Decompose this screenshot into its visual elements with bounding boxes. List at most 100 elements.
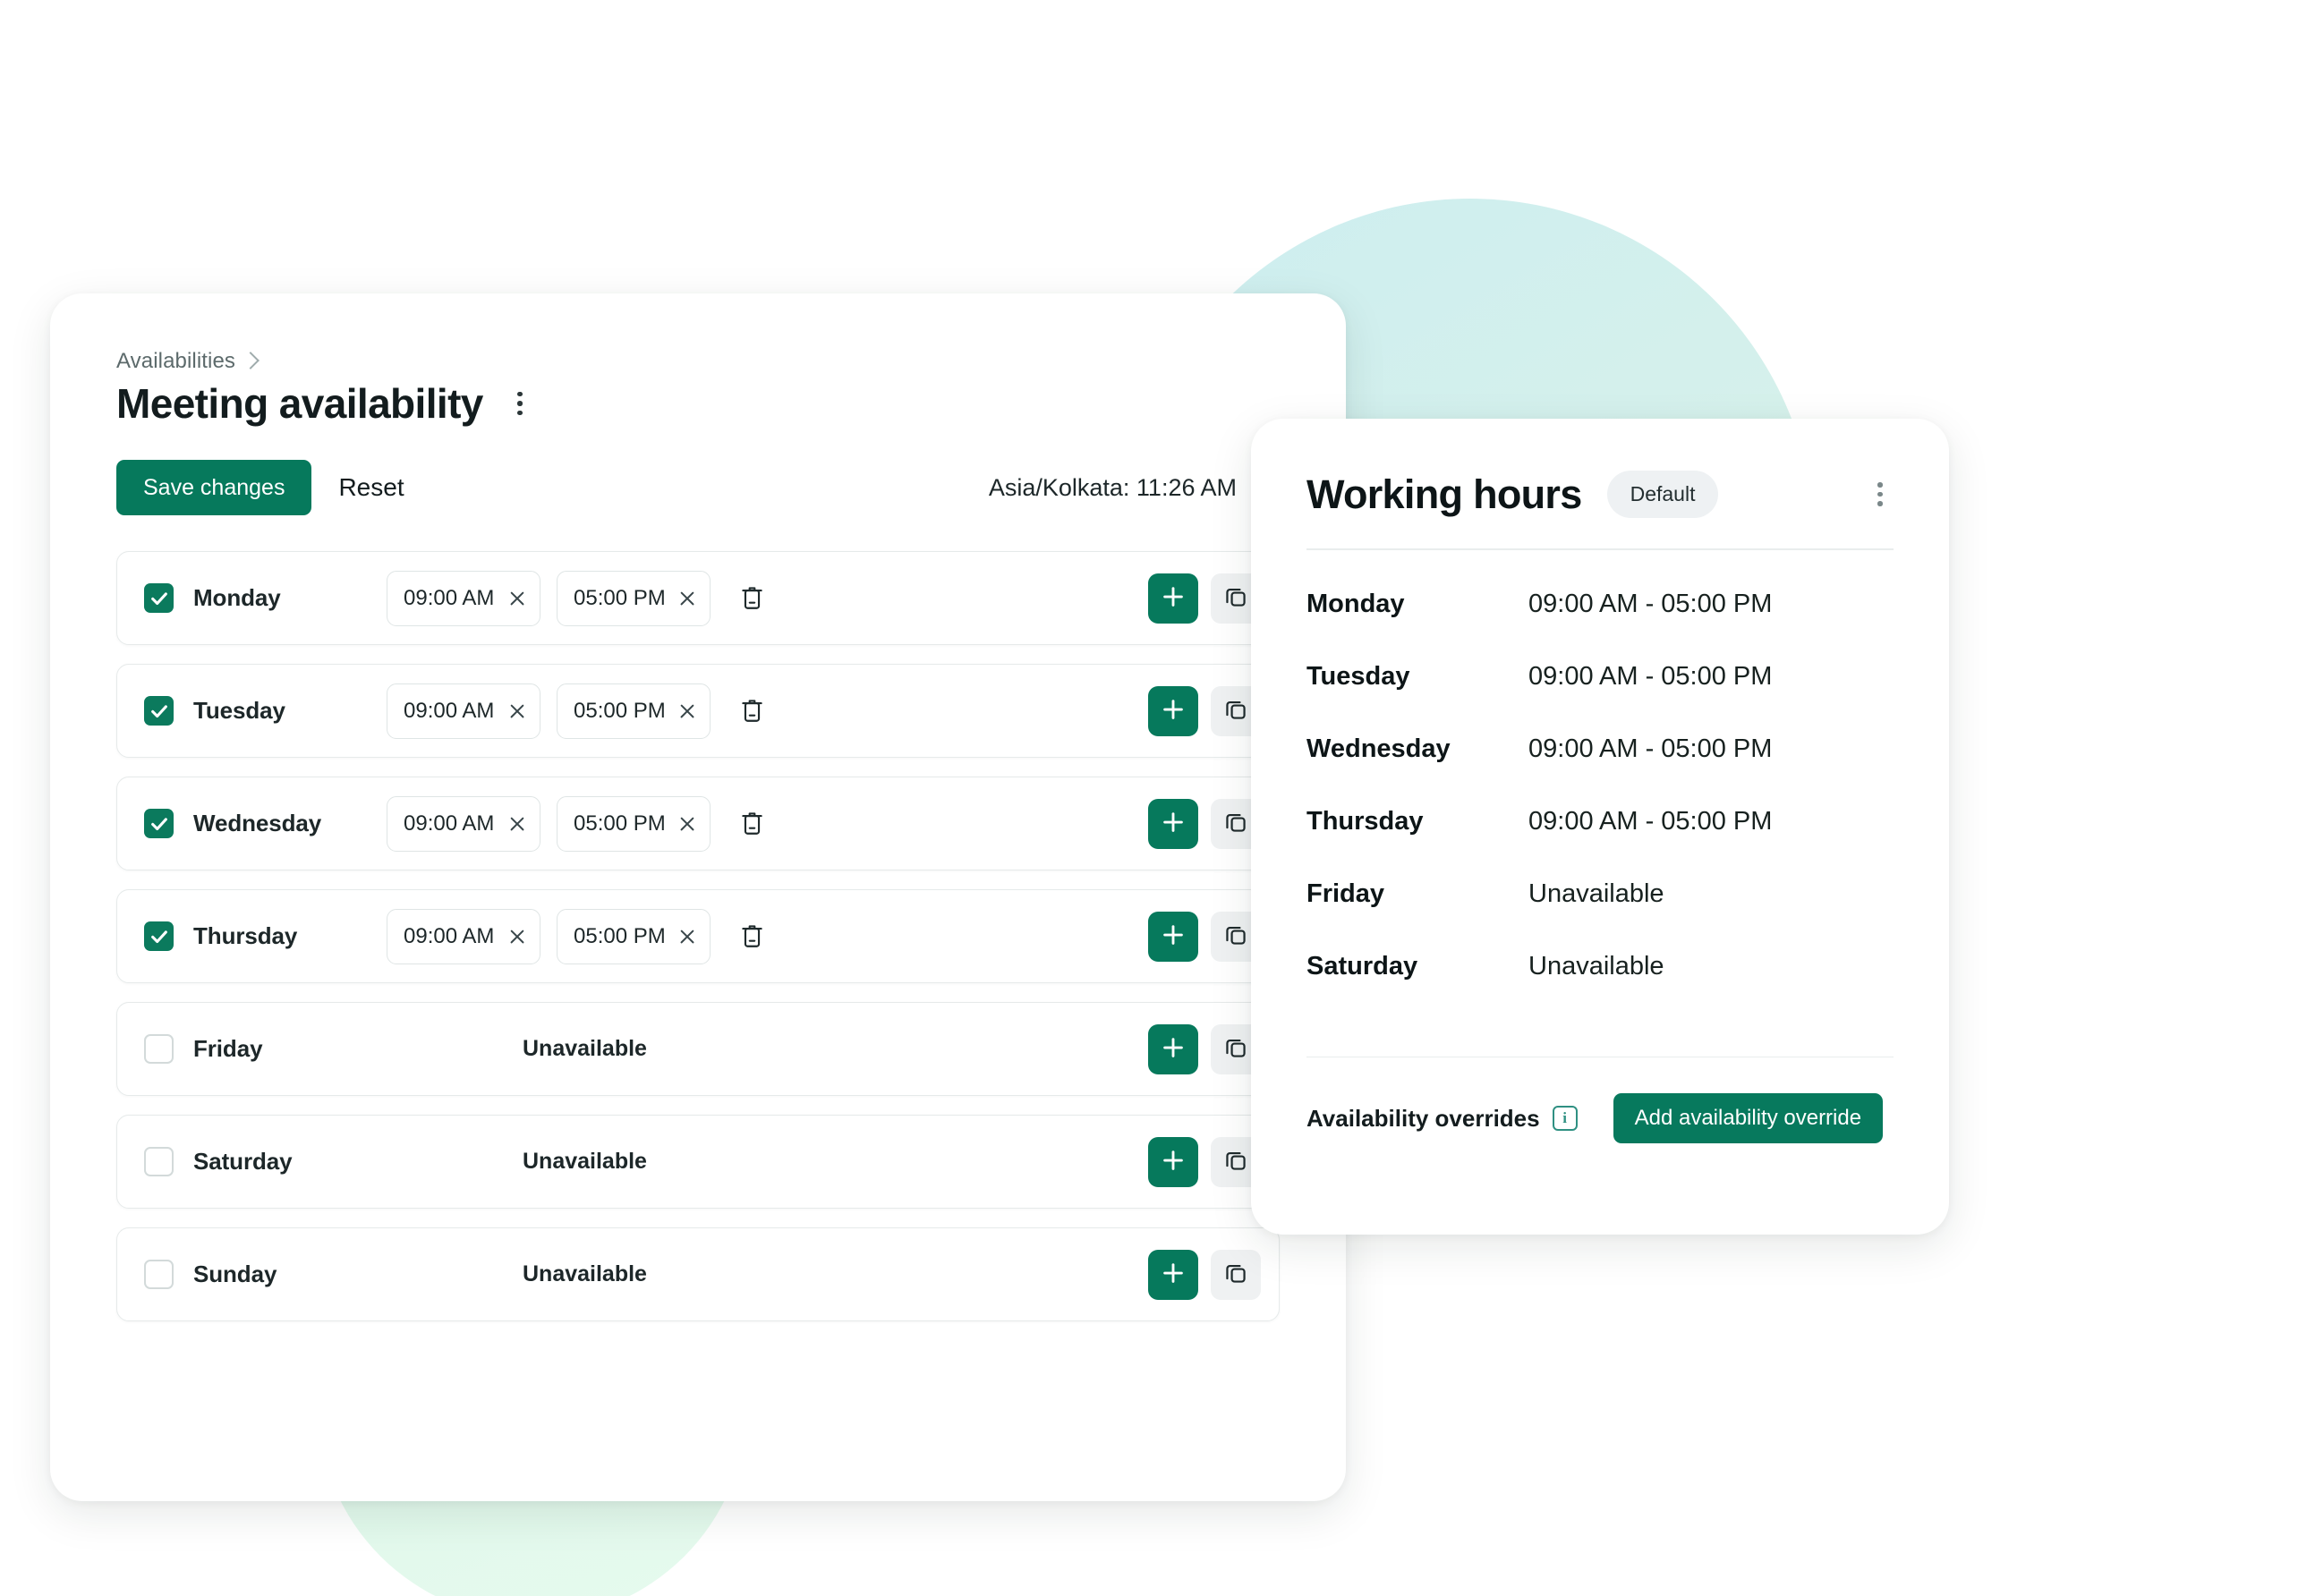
day-row: Saturday Unavailable (116, 1115, 1280, 1209)
working-hours-row: Tuesday 09:00 AM - 05:00 PM (1306, 662, 1894, 734)
working-hours-options-kebab-icon[interactable] (1867, 477, 1894, 513)
day-row: Sunday Unavailable (116, 1227, 1280, 1321)
copy-icon (1223, 584, 1248, 612)
working-hours-row: Wednesday 09:00 AM - 05:00 PM (1306, 734, 1894, 807)
start-time-field[interactable]: 09:00 AM (387, 908, 540, 964)
timezone-label: Asia/Kolkata: 11:26 AM (988, 473, 1237, 501)
day-checkbox-monday[interactable] (144, 583, 174, 613)
day-row: Tuesday 09:00 AM 05:00 PM (116, 664, 1280, 758)
delete-timeslot-button[interactable] (732, 914, 771, 959)
delete-timeslot-button[interactable] (732, 689, 771, 734)
start-time-field[interactable]: 09:00 AM (387, 683, 540, 739)
unavailable-label: Unavailable (523, 1149, 647, 1174)
clear-icon[interactable] (677, 927, 697, 947)
add-timeslot-button[interactable] (1148, 1249, 1198, 1300)
plus-icon (1160, 583, 1187, 613)
clear-icon[interactable] (677, 814, 697, 834)
add-timeslot-button[interactable] (1148, 685, 1198, 736)
day-rows-list: Monday 09:00 AM 05:00 PM Tuesday 09:00 AM 05:… (116, 551, 1280, 1321)
delete-timeslot-button[interactable] (732, 576, 771, 621)
page-options-kebab-icon[interactable] (506, 386, 533, 421)
row-actions (1148, 798, 1261, 849)
day-checkbox-wednesday[interactable] (144, 809, 174, 838)
availability-overrides-label: Availability overrides (1306, 1104, 1540, 1132)
info-icon[interactable]: i (1552, 1106, 1578, 1131)
unavailable-label: Unavailable (523, 1261, 647, 1286)
add-timeslot-button[interactable] (1148, 1023, 1198, 1074)
row-actions (1148, 911, 1261, 962)
clear-icon[interactable] (507, 701, 527, 721)
plus-icon (1160, 809, 1187, 838)
day-checkbox-friday[interactable] (144, 1034, 174, 1064)
copy-icon (1223, 810, 1248, 837)
day-row: Monday 09:00 AM 05:00 PM (116, 551, 1280, 645)
add-timeslot-button[interactable] (1148, 573, 1198, 624)
day-checkbox-tuesday[interactable] (144, 696, 174, 726)
add-timeslot-button[interactable] (1148, 798, 1198, 849)
working-hours-title: Working hours (1306, 471, 1582, 517)
delete-timeslot-button[interactable] (732, 802, 771, 846)
add-timeslot-button[interactable] (1148, 1136, 1198, 1187)
day-label: Tuesday (193, 697, 285, 724)
end-time-field[interactable]: 05:00 PM (557, 908, 711, 964)
reset-button[interactable]: Reset (338, 473, 404, 502)
day-checkbox-saturday[interactable] (144, 1147, 174, 1176)
chevron-right-icon (242, 352, 260, 369)
working-hours-row: Saturday Unavailable (1306, 952, 1894, 1024)
working-hours-day: Thursday (1306, 806, 1424, 836)
working-hours-card: Working hours Default Monday 09:00 AM - 0… (1251, 419, 1949, 1235)
working-hours-day: Wednesday (1306, 734, 1451, 763)
save-changes-button[interactable]: Save changes (116, 460, 312, 515)
end-time-field[interactable]: 05:00 PM (557, 795, 711, 852)
add-availability-override-button[interactable]: Add availability override (1613, 1093, 1884, 1143)
row-actions (1148, 1136, 1261, 1187)
day-checkbox-sunday[interactable] (144, 1260, 174, 1289)
plus-icon (1160, 1260, 1187, 1289)
default-badge: Default (1606, 471, 1719, 518)
day-row: Friday Unavailable (116, 1002, 1280, 1096)
end-time-value: 05:00 PM (574, 585, 666, 610)
clear-icon[interactable] (507, 814, 527, 834)
end-time-value: 05:00 PM (574, 923, 666, 948)
breadcrumb: Availabilities (116, 349, 1280, 374)
availability-overrides-footer: Availability overrides i Add availabilit… (1306, 1057, 1894, 1143)
meeting-availability-card: Availabilities Meeting availability Save… (50, 293, 1346, 1501)
start-time-field[interactable]: 09:00 AM (387, 570, 540, 626)
row-actions (1148, 1249, 1261, 1300)
page-title-row: Meeting availability (116, 379, 1280, 428)
day-label: Thursday (193, 922, 298, 949)
working-hours-day: Monday (1306, 589, 1405, 618)
end-time-field[interactable]: 05:00 PM (557, 683, 711, 739)
start-time-value: 09:00 AM (404, 811, 495, 836)
day-label: Friday (193, 1035, 263, 1062)
clear-icon[interactable] (507, 589, 527, 608)
day-label: Sunday (193, 1261, 277, 1287)
clear-icon[interactable] (507, 927, 527, 947)
plus-icon (1160, 1147, 1187, 1176)
day-label: Wednesday (193, 810, 322, 836)
plus-icon (1160, 1034, 1187, 1064)
breadcrumb-link-availabilities[interactable]: Availabilities (116, 349, 235, 374)
start-time-value: 09:00 AM (404, 585, 495, 610)
working-hours-row: Monday 09:00 AM - 05:00 PM (1306, 590, 1894, 662)
working-hours-time: Unavailable (1528, 951, 1664, 981)
day-checkbox-thursday[interactable] (144, 921, 174, 951)
working-hours-time: 09:00 AM - 05:00 PM (1528, 589, 1773, 618)
end-time-value: 05:00 PM (574, 698, 666, 723)
clear-icon[interactable] (677, 701, 697, 721)
clear-icon[interactable] (677, 589, 697, 608)
end-time-value: 05:00 PM (574, 811, 666, 836)
copy-icon (1223, 697, 1248, 725)
day-label: Monday (193, 584, 281, 611)
copy-icon (1223, 1148, 1248, 1176)
end-time-field[interactable]: 05:00 PM (557, 570, 711, 626)
copy-times-button[interactable] (1211, 1249, 1261, 1300)
copy-icon (1223, 1261, 1248, 1288)
copy-icon (1223, 922, 1248, 950)
start-time-field[interactable]: 09:00 AM (387, 795, 540, 852)
working-hours-row: Friday Unavailable (1306, 879, 1894, 952)
working-hours-time: 09:00 AM - 05:00 PM (1528, 661, 1773, 691)
add-timeslot-button[interactable] (1148, 911, 1198, 962)
day-row: Wednesday 09:00 AM 05:00 PM (116, 777, 1280, 870)
timezone-block: Asia/Kolkata: 11:26 AM (989, 470, 1280, 505)
